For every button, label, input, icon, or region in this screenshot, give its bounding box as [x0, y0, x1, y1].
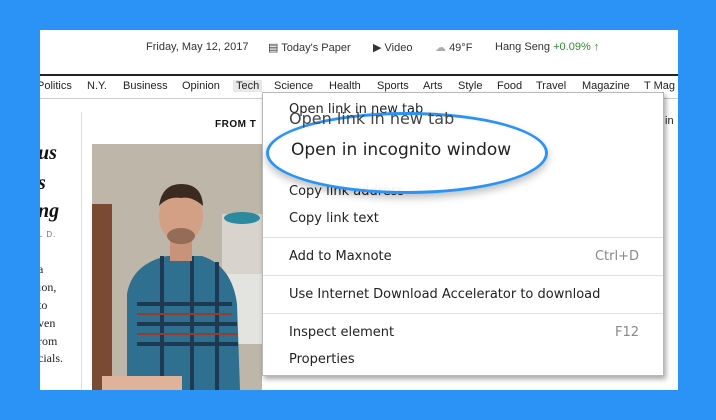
magnified-menu-item-open-new-tab: Open link in new tab	[289, 109, 455, 128]
nav-item-health[interactable]: Health	[329, 80, 361, 92]
todays-paper-link[interactable]: ▤ Today's Paper	[268, 41, 351, 54]
menu-separator	[263, 313, 663, 314]
from-label: FROM T	[215, 119, 257, 130]
weather[interactable]: ☁ 49°F	[435, 41, 472, 54]
summary-line: to	[40, 298, 48, 312]
video-link[interactable]: ▶ Video	[373, 41, 412, 54]
market-change: +0.09% ↑	[553, 41, 600, 53]
nav-item-style[interactable]: Style	[458, 80, 482, 92]
nav-item-business[interactable]: Business	[123, 80, 168, 92]
nav-item-tech[interactable]: Tech	[233, 80, 263, 92]
summary-line: cials.	[40, 351, 63, 365]
summary-line: a	[40, 262, 44, 276]
headline-line[interactable]: us	[40, 142, 57, 165]
menu-item-add-to-maxnote[interactable]: Add to Maxnote	[289, 249, 392, 264]
nav-item-magazine[interactable]: Magazine	[582, 80, 630, 92]
video-camera-icon: ▶	[373, 42, 382, 54]
nav-item-t-magazine[interactable]: T Mag	[644, 80, 675, 92]
nav-item-opinion[interactable]: Opinion	[182, 80, 220, 92]
magnified-callout: Open link in new tab Open in incognito w…	[266, 109, 548, 194]
byline: L D.	[40, 230, 57, 239]
headline-line[interactable]: ng	[40, 200, 59, 223]
menu-item-copy-link-text[interactable]: Copy link text	[289, 211, 379, 226]
summary-line: rom	[40, 334, 58, 348]
nav-item-sports[interactable]: Sports	[377, 80, 409, 92]
nav-item-ny[interactable]: N.Y.	[87, 80, 107, 92]
shortcut-ctrl-d: Ctrl+D	[594, 249, 639, 264]
menu-item-open-incognito[interactable]: Open in incognito window	[291, 140, 511, 160]
right-column-snippet: in	[665, 115, 674, 127]
market-ticker[interactable]: Hang Seng +0.09% ↑	[495, 41, 599, 53]
summary-line: ion,	[40, 280, 57, 294]
top-bar: Friday, May 12, 2017 ▤ Today's Paper ▶ V…	[40, 30, 678, 68]
nav-item-food[interactable]: Food	[497, 80, 522, 92]
menu-item-inspect-element[interactable]: Inspect element	[289, 325, 394, 340]
nav-item-travel[interactable]: Travel	[536, 80, 566, 92]
newspaper-icon: ▤	[268, 42, 279, 54]
person-photo-illustration	[92, 144, 262, 390]
column-divider	[81, 112, 82, 390]
menu-separator	[263, 275, 663, 276]
article-photo[interactable]	[92, 144, 262, 390]
menu-item-download-accelerator[interactable]: Use Internet Download Accelerator to dow…	[289, 287, 600, 302]
cloud-icon: ☁	[435, 42, 446, 54]
menu-separator	[263, 237, 663, 238]
summary-line: ven	[40, 316, 56, 330]
nav-item-arts[interactable]: Arts	[423, 80, 443, 92]
headline-line[interactable]: s	[40, 172, 46, 195]
nav-item-politics[interactable]: Politics	[40, 80, 72, 92]
shortcut-f12: F12	[614, 325, 639, 340]
menu-item-properties[interactable]: Properties	[289, 352, 355, 367]
date-text: Friday, May 12, 2017	[146, 41, 249, 53]
nav-item-science[interactable]: Science	[274, 80, 313, 92]
